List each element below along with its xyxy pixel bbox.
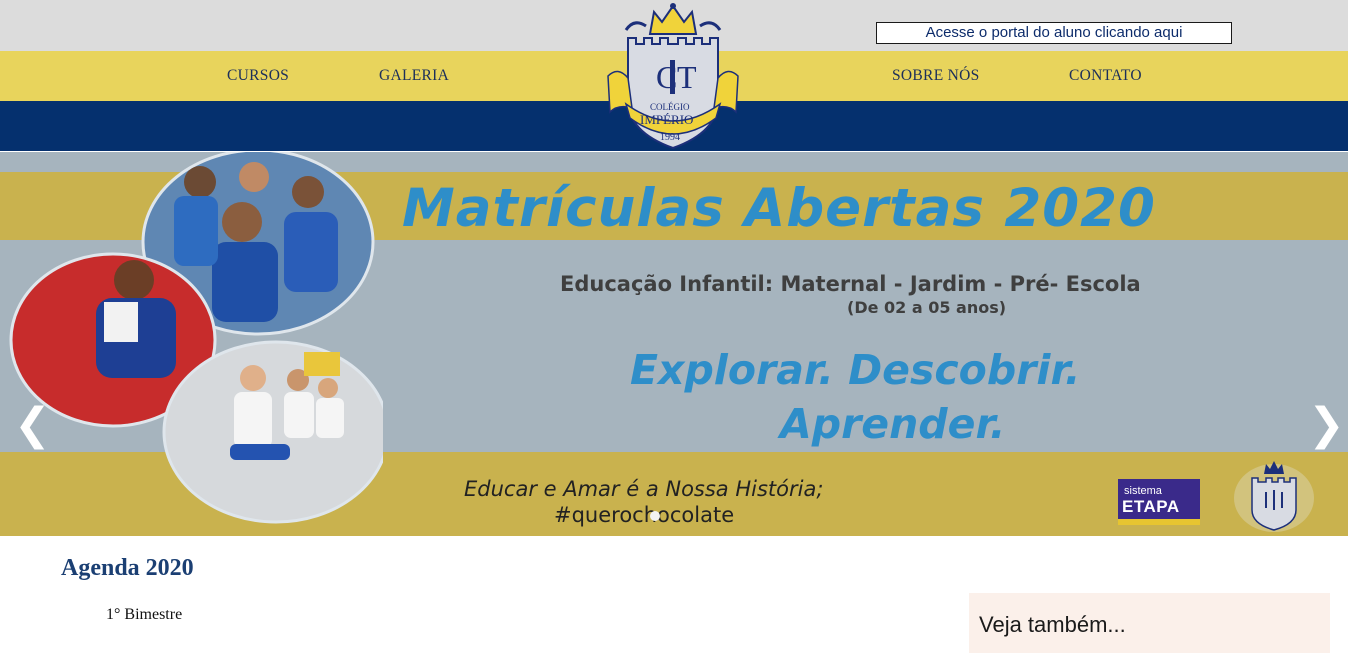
logo-ribbon-large: IMPÉRIO: [640, 112, 693, 127]
hero-carousel: Matrículas Abertas 2020 Educação Infanti…: [0, 152, 1348, 536]
banner-motto-line2: Aprender.: [780, 400, 1006, 448]
banner-ages: (De 02 a 05 anos): [847, 298, 1007, 317]
bimestre-link[interactable]: 1° Bimestre: [106, 606, 182, 624]
banner-subtitle: Educação Infantil: Maternal - Jardim - P…: [560, 272, 1141, 296]
etapa-logo-big: ETAPA: [1122, 497, 1180, 516]
children-photo-collage: [9, 152, 383, 524]
banner-motto-line1: Explorar. Descobrir.: [630, 346, 1081, 394]
nav-item-galeria[interactable]: GALERIA: [379, 67, 449, 85]
nav-item-cursos[interactable]: CURSOS: [227, 67, 289, 85]
nav-item-sobre-nos[interactable]: SOBRE NÓS: [892, 67, 980, 85]
etapa-logo: sistema ETAPA: [1118, 479, 1200, 525]
banner-slogan-line1: Educar e Amar é a Nossa História;: [464, 477, 824, 501]
see-also-title: Veja também...: [979, 612, 1126, 637]
carousel-next-arrow[interactable]: ❯: [1308, 400, 1345, 450]
school-mini-logo: [1234, 461, 1314, 532]
etapa-logo-stripe: [1118, 519, 1200, 525]
student-portal-link[interactable]: Acesse o portal do aluno clicando aqui: [876, 22, 1232, 44]
agenda-heading: Agenda 2020: [61, 555, 194, 581]
logo-ribbon-small: COLÉGIO: [650, 102, 690, 112]
carousel-indicator-dot[interactable]: [650, 511, 660, 521]
logo-initial-right: T: [677, 59, 697, 95]
logo-year: 1994: [660, 132, 680, 143]
school-logo[interactable]: C T COLÉGIO IMPÉRIO 1994: [604, 0, 742, 150]
nav-item-contato[interactable]: CONTATO: [1069, 67, 1142, 85]
carousel-prev-arrow[interactable]: ❮: [14, 400, 51, 450]
see-also-box: Veja também...: [969, 593, 1330, 653]
banner-headline: Matrículas Abertas 2020: [402, 178, 1156, 239]
banner-slogan-line2: #querochocolate: [554, 503, 735, 527]
etapa-logo-small: sistema: [1124, 485, 1162, 497]
